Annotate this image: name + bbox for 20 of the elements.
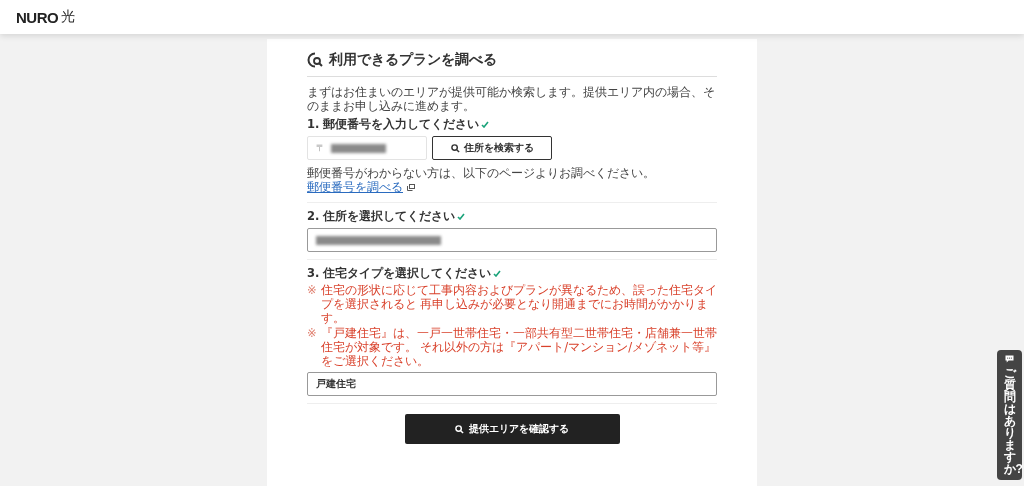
logo-mark[interactable]: 光 bbox=[61, 8, 76, 26]
address-search-button[interactable]: 住所を検索する bbox=[432, 136, 552, 160]
warning-note: ※ 住宅の形状に応じて工事内容およびプランが異なるため、誤った住宅タイプを選択されると 再申し込みが必要となり開通までにお時間がかかります。 bbox=[307, 283, 717, 325]
step-label: 1. 郵便番号を入力してください bbox=[307, 117, 717, 132]
form-title: 利用できるプランを調べる bbox=[329, 51, 497, 69]
search-icon bbox=[455, 424, 464, 434]
warning-note: ※ 『戸建住宅』は、一戸一世帯住宅・一部共有型二世帯住宅・店舗兼一世帯住宅が対象です。 それ以外の方は『アパート/マンション/メゾネット等』をご選択ください。 bbox=[307, 326, 717, 368]
address-select[interactable] bbox=[307, 228, 717, 252]
step-label: 3. 住宅タイプを選択してください bbox=[307, 266, 717, 281]
step-label: 2. 住所を選択してください bbox=[307, 209, 717, 224]
area-search-icon bbox=[307, 51, 324, 69]
housing-type-select[interactable]: 戸建住宅 bbox=[307, 372, 717, 396]
external-link-icon bbox=[407, 184, 415, 191]
help-tab[interactable]: ご質問はありますか? bbox=[997, 350, 1022, 480]
logo[interactable]: NURO bbox=[16, 8, 59, 26]
help-text: 郵便番号がわからない方は、以下のページよりお調べください。 bbox=[307, 166, 656, 180]
postal-lookup-link[interactable]: 郵便番号を調べる bbox=[307, 180, 403, 195]
search-icon bbox=[450, 143, 460, 153]
intro-text: まずはお住まいのエリアが提供可能か検索します。提供エリア内の場合、そのままお申し込みに進めます。 bbox=[307, 85, 716, 113]
check-area-button[interactable]: 提供エリアを確認する bbox=[404, 414, 620, 444]
